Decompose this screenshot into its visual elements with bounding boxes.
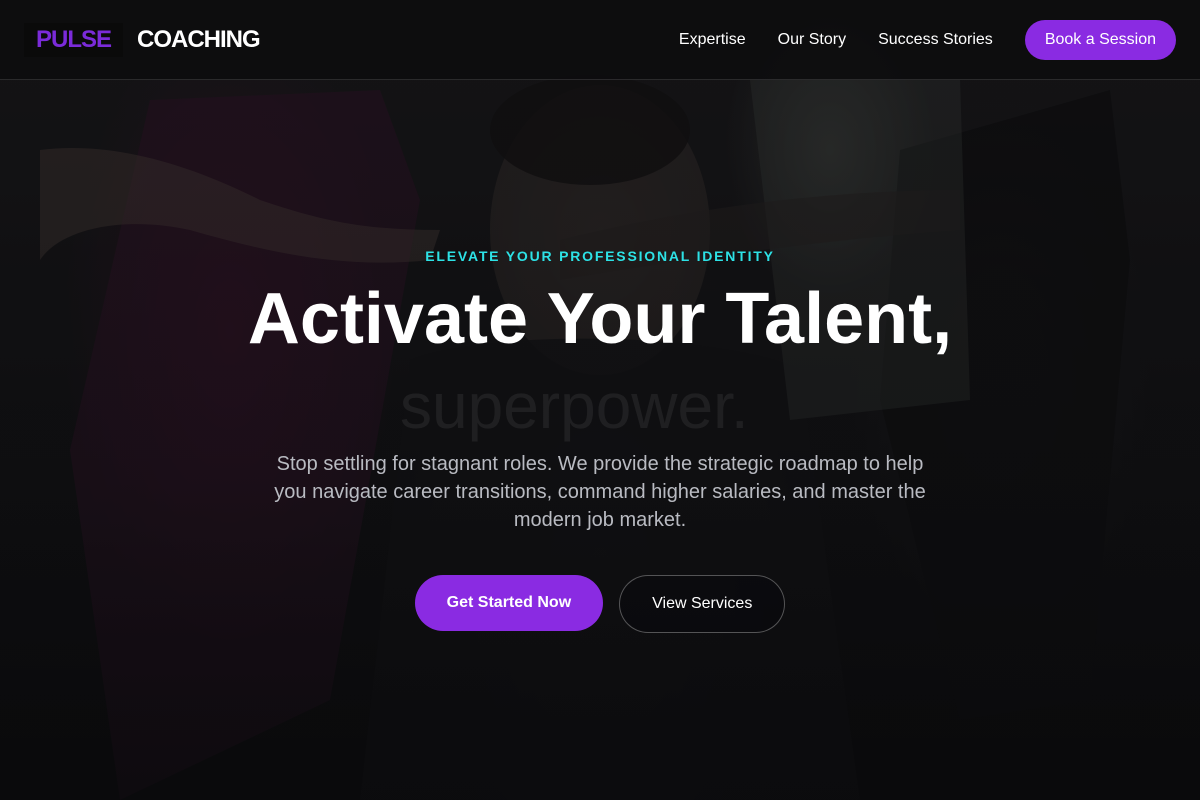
brand-logo[interactable]: PULSE COACHING [24,22,261,57]
nav-link-our-story[interactable]: Our Story [778,31,846,49]
hero-headline-secondary-text: superpower. [400,370,749,442]
brand-name: COACHING [137,25,261,53]
top-navbar: PULSE COACHING Expertise Our Story Succe… [0,0,1200,80]
hero-headline: Activate Your Talent, [247,279,953,359]
main-nav: Expertise Our Story Success Stories Book… [679,19,1176,60]
hero-section: ELEVATE YOUR PROFESSIONAL IDENTITY Activ… [0,80,1200,800]
book-session-button[interactable]: Book a Session [1024,19,1176,60]
hero-subtext: Stop settling for stagnant roles. We pro… [274,453,926,531]
landing-page: PULSE COACHING Expertise Our Story Succe… [0,0,1200,800]
nav-link-success-stories[interactable]: Success Stories [878,31,993,49]
hero-cta-group: Get Started Now View Services [0,575,1200,633]
get-started-button[interactable]: Get Started Now [414,575,604,631]
view-services-button[interactable]: View Services [619,575,786,633]
brand-mark: PULSE [24,22,124,57]
hero-eyebrow: ELEVATE YOUR PROFESSIONAL IDENTITY [425,248,775,264]
nav-link-expertise[interactable]: Expertise [679,31,746,49]
